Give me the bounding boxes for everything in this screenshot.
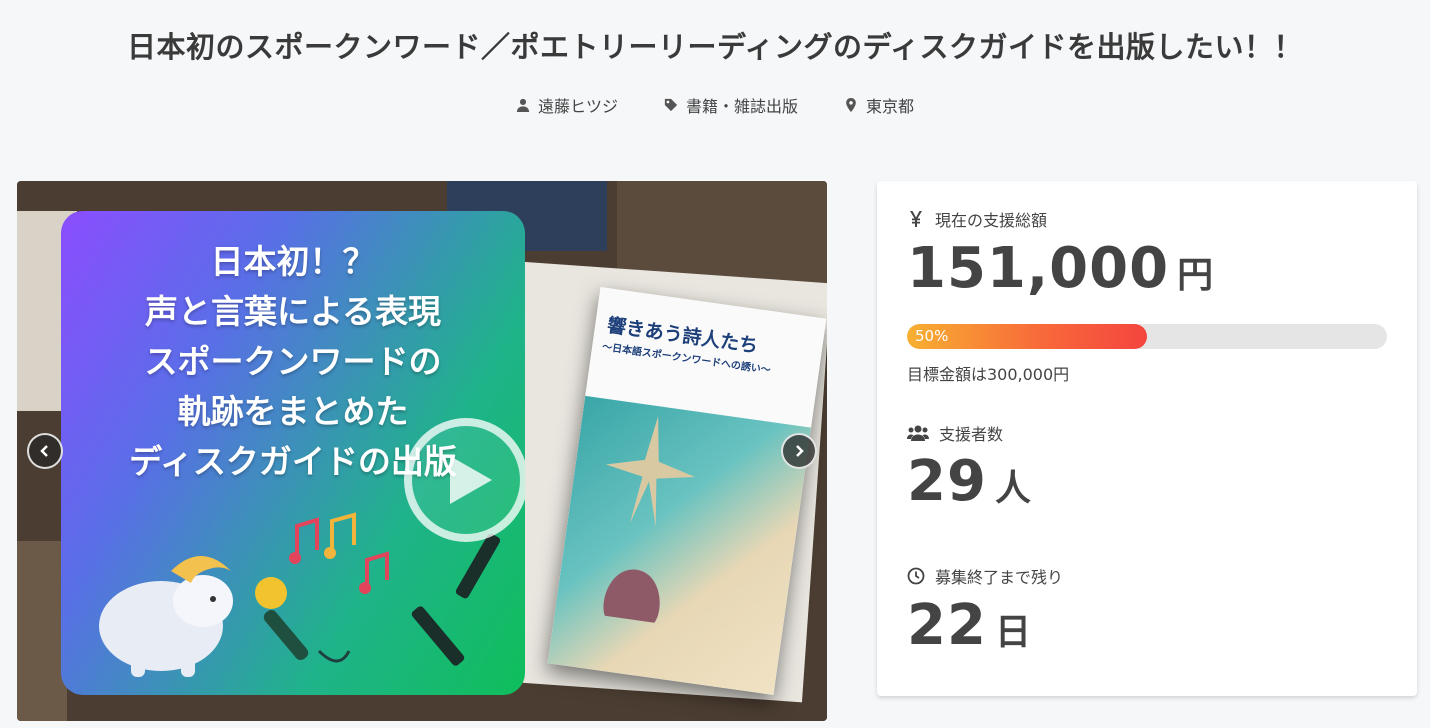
user-icon (516, 98, 530, 112)
promo-card: 日本初！？ 声と言葉による表現 スポークンワードの 軌跡をまとめた ディスクガイ… (61, 211, 525, 695)
promo-line: スポークンワードの (144, 342, 442, 381)
sheep-illustration (99, 556, 233, 677)
owner-link[interactable]: 遠藤ヒツジ (516, 93, 618, 117)
shell-image (603, 569, 660, 623)
supporters-value: 29 人 (907, 449, 1032, 514)
total-amount-number: 151,000 (907, 236, 1170, 301)
location-link[interactable]: 東京都 (844, 93, 914, 117)
promo-line: 声と言葉による表現 (144, 292, 441, 331)
total-amount-unit: 円 (1177, 255, 1215, 296)
total-amount-value: 151,000 円 (907, 236, 1214, 301)
carousel-prev-button[interactable] (27, 433, 63, 469)
people-icon (907, 425, 929, 441)
remaining-unit: 日 (994, 612, 1032, 653)
supporters-label: 支援者数 (939, 425, 1004, 444)
total-amount-label: 現在の支援総額 (935, 211, 1048, 230)
remaining-value: 22 日 (907, 593, 1032, 658)
funding-progress-bar: 50% (907, 324, 1387, 349)
starfish-image (605, 416, 696, 527)
promo-line: 日本初！？ (210, 242, 376, 281)
chevron-left-icon (40, 445, 48, 457)
category-name: 書籍・雑誌出版 (685, 97, 798, 116)
owner-name: 遠藤ヒツジ (537, 97, 618, 116)
total-amount-label-row: 現在の支援総額 (907, 207, 1047, 231)
supporters-number: 29 (907, 449, 987, 514)
goal-amount-text: 目標金額は300,000円 (907, 365, 1070, 384)
music-notes-illustration (289, 512, 389, 594)
category-link[interactable]: 書籍・雑誌出版 (664, 93, 798, 117)
project-title: 日本初のスポークンワード／ポエトリーリーディングのディスクガイドを出版したい！！ (127, 30, 1303, 64)
funding-stats-panel: 現在の支援総額 151,000 円 50% 目標金額は300,000円 支援者数 … (877, 181, 1417, 696)
location-pin-icon (846, 98, 856, 112)
location-name: 東京都 (866, 97, 915, 116)
carousel-next-button[interactable] (781, 433, 817, 469)
progress-fill: 50% (907, 324, 1147, 349)
chevron-right-icon (796, 445, 804, 457)
pen-illustration (411, 533, 501, 666)
play-icon (450, 456, 492, 504)
supporters-label-row: 支援者数 (907, 421, 1003, 445)
supporters-unit: 人 (994, 468, 1032, 509)
remaining-number: 22 (907, 593, 987, 658)
project-meta: 遠藤ヒツジ 書籍・雑誌出版 東京都 (0, 93, 1430, 117)
remaining-label-row: 募集終了まで残り (907, 564, 1063, 588)
project-media-carousel[interactable]: 日本初！？ 声と言葉による表現 スポークンワードの 軌跡をまとめた ディスクガイ… (17, 181, 827, 721)
yen-icon (910, 211, 922, 227)
remaining-label: 募集終了まで残り (935, 568, 1064, 587)
tag-icon (664, 98, 678, 112)
clock-icon (907, 567, 925, 585)
play-video-button[interactable] (404, 418, 525, 542)
